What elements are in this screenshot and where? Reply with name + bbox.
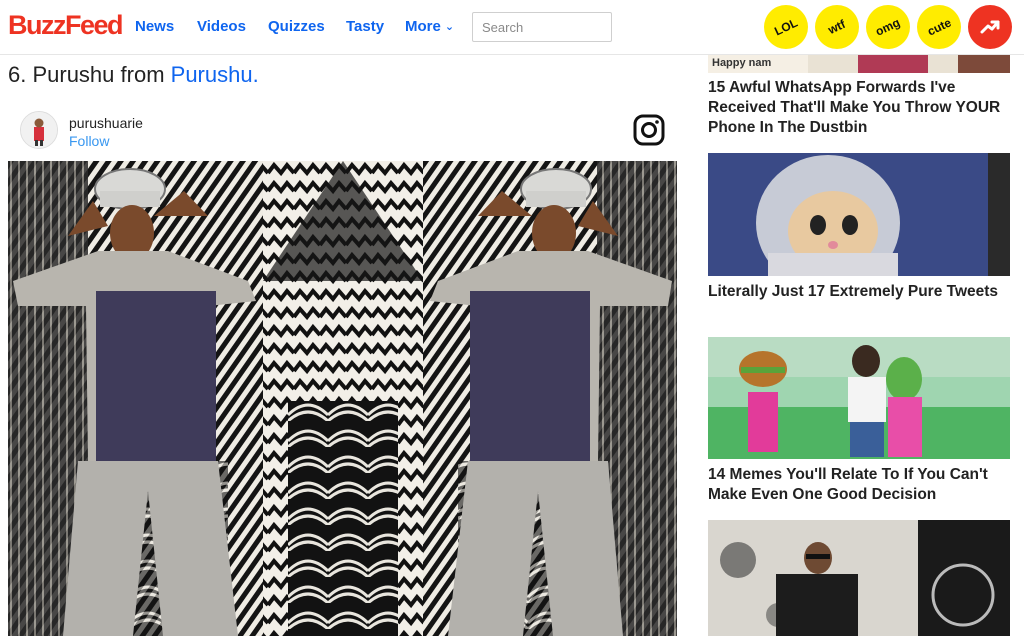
- badge-lol[interactable]: LOL: [764, 5, 808, 49]
- buzzfeed-logo[interactable]: BuzzFeed: [8, 10, 124, 41]
- sidebar-item-title[interactable]: Literally Just 17 Extremely Pure Tweets: [708, 282, 1014, 302]
- nav-videos[interactable]: Videos: [197, 18, 246, 35]
- nav-more[interactable]: More ⌄: [405, 18, 454, 35]
- thumb-happy-text: Happy nam: [712, 57, 772, 69]
- badge-omg[interactable]: omg: [866, 5, 910, 49]
- search-input[interactable]: [472, 12, 612, 42]
- nav-more-label: More: [405, 18, 441, 35]
- kitten-in-hood-image: [708, 153, 1010, 276]
- whatsapp-thumb-image: Happy nam: [708, 54, 1010, 73]
- badge-wtf-label: wtf: [826, 16, 848, 38]
- instagram-icon[interactable]: [633, 114, 665, 146]
- mirrored-portrait-image: [8, 161, 677, 636]
- bollywood-meme-image: [708, 337, 1010, 459]
- sidebar-thumb-whatsapp[interactable]: Happy nam: [708, 54, 1010, 73]
- badge-cute[interactable]: cute: [917, 5, 961, 49]
- trending-arrow-icon: [980, 20, 1000, 34]
- follow-link[interactable]: Follow: [69, 133, 109, 149]
- site-header: BuzzFeed News Videos Quizzes Tasty More ⌄…: [0, 0, 1024, 55]
- nav-tasty[interactable]: Tasty: [346, 18, 384, 35]
- sidebar-item-title[interactable]: 14 Memes You'll Relate To If You Can't M…: [708, 465, 1014, 505]
- cyclist-photo-image: [708, 520, 1010, 636]
- badge-wtf[interactable]: wtf: [815, 5, 859, 49]
- trending-button[interactable]: [968, 5, 1012, 49]
- instagram-photo[interactable]: [8, 161, 677, 636]
- sidebar-thumb-memes[interactable]: [708, 337, 1010, 459]
- chevron-down-icon: ⌄: [444, 21, 455, 33]
- item-title-prefix: 6. Purushu from: [8, 62, 171, 87]
- badge-lol-label: LOL: [772, 15, 800, 39]
- sidebar-thumb-kitten[interactable]: [708, 153, 1010, 276]
- item-title: 6. Purushu from Purushu.: [8, 62, 259, 88]
- nav-quizzes[interactable]: Quizzes: [268, 18, 325, 35]
- avatar[interactable]: [20, 111, 58, 149]
- instagram-username[interactable]: purushuarie: [69, 115, 143, 131]
- item-title-link[interactable]: Purushu.: [171, 62, 259, 87]
- badge-cute-label: cute: [924, 15, 954, 39]
- avatar-image: [21, 112, 57, 148]
- sidebar-item-title[interactable]: 15 Awful WhatsApp Forwards I've Received…: [708, 78, 1014, 138]
- sidebar-thumb-salman[interactable]: [708, 520, 1010, 636]
- nav-news[interactable]: News: [135, 18, 174, 35]
- badge-omg-label: omg: [873, 15, 903, 39]
